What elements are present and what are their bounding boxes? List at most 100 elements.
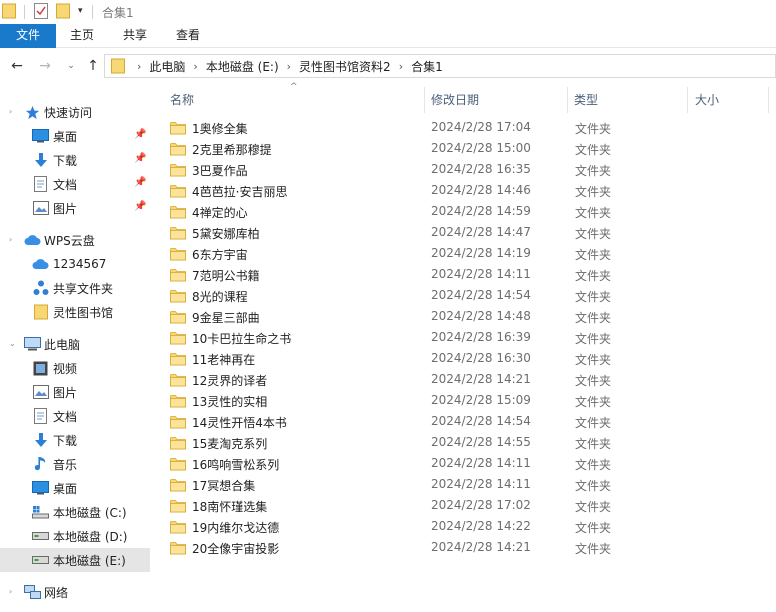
- pin-icon[interactable]: 📌: [134, 201, 146, 212]
- sidebar-item-pictures-pc[interactable]: 图片: [0, 380, 150, 404]
- chevron-right-icon[interactable]: ›: [283, 60, 295, 73]
- file-name[interactable]: 14灵性开悟4本书: [192, 414, 287, 431]
- table-row[interactable]: 7范明公书籍 2024/2/28 14:11 文件夹: [166, 265, 766, 286]
- file-name[interactable]: 1奥修全集: [192, 120, 248, 137]
- table-row[interactable]: 13灵性的实相 2024/2/28 15:09 文件夹: [166, 391, 766, 412]
- file-name[interactable]: 11老神再在: [192, 351, 255, 368]
- breadcrumb-this-pc[interactable]: 此电脑: [145, 58, 189, 75]
- table-row[interactable]: 10卡巴拉生命之书 2024/2/28 16:39 文件夹: [166, 328, 766, 349]
- file-name[interactable]: 16鸣响雪松系列: [192, 456, 279, 473]
- sidebar-item-shared-folder[interactable]: 共享文件夹: [0, 276, 150, 300]
- pin-icon[interactable]: 📌: [134, 177, 146, 188]
- table-row[interactable]: 4禅定的心 2024/2/28 14:59 文件夹: [166, 202, 766, 223]
- pin-icon[interactable]: 📌: [134, 129, 146, 140]
- tab-share[interactable]: 共享: [108, 24, 162, 48]
- file-name[interactable]: 4禅定的心: [192, 204, 248, 221]
- modified-date: 2024/2/28 14:21: [431, 540, 531, 554]
- file-name[interactable]: 4芭芭拉·安吉丽思: [192, 183, 287, 200]
- file-name[interactable]: 10卡巴拉生命之书: [192, 330, 291, 347]
- sidebar-item-wps[interactable]: › WPS云盘: [0, 228, 150, 252]
- sidebar-item-drive-c[interactable]: 本地磁盘 (C:): [0, 500, 150, 524]
- column-divider[interactable]: [768, 87, 769, 113]
- sidebar-item-downloads-pc[interactable]: 下载: [0, 428, 150, 452]
- column-divider[interactable]: [687, 87, 688, 113]
- forward-arrow-icon[interactable]: →: [36, 57, 54, 75]
- sidebar-item-label: 1234567: [53, 257, 107, 271]
- file-name[interactable]: 18南怀瑾选集: [192, 498, 267, 515]
- table-row[interactable]: 17冥想合集 2024/2/28 14:11 文件夹: [166, 475, 766, 496]
- file-name[interactable]: 15麦淘克系列: [192, 435, 267, 452]
- table-row[interactable]: 9金星三部曲 2024/2/28 14:48 文件夹: [166, 307, 766, 328]
- file-name[interactable]: 3巴夏作品: [192, 162, 248, 179]
- sidebar-item-pictures[interactable]: 图片 📌: [0, 196, 150, 220]
- chevron-down-icon[interactable]: ⌄: [9, 339, 16, 348]
- sidebar-item-label: 本地磁盘 (E:): [53, 553, 126, 568]
- breadcrumb-library[interactable]: 灵性图书馆资料2: [295, 58, 395, 75]
- table-row[interactable]: 14灵性开悟4本书 2024/2/28 14:54 文件夹: [166, 412, 766, 433]
- pin-icon[interactable]: 📌: [134, 153, 146, 164]
- table-row[interactable]: 18南怀瑾选集 2024/2/28 17:02 文件夹: [166, 496, 766, 517]
- file-name[interactable]: 8光的课程: [192, 288, 248, 305]
- sidebar-item-drive-e[interactable]: 本地磁盘 (E:): [0, 548, 150, 572]
- file-name[interactable]: 2克里希那穆提: [192, 141, 272, 158]
- table-row[interactable]: 1奥修全集 2024/2/28 17:04 文件夹: [166, 118, 766, 139]
- chevron-right-icon[interactable]: ›: [395, 60, 407, 73]
- sidebar-item-desktop-pc[interactable]: 桌面: [0, 476, 150, 500]
- tab-home[interactable]: 主页: [56, 24, 108, 48]
- sidebar-item-music[interactable]: 音乐: [0, 452, 150, 476]
- breadcrumb-current[interactable]: 合集1: [407, 58, 447, 75]
- table-row[interactable]: 20全像宇宙投影 2024/2/28 14:21 文件夹: [166, 538, 766, 559]
- column-header-size[interactable]: 大小: [695, 89, 719, 111]
- table-row[interactable]: 16鸣响雪松系列 2024/2/28 14:11 文件夹: [166, 454, 766, 475]
- column-header-date[interactable]: 修改日期: [431, 89, 479, 111]
- sidebar-item-spiritual-library[interactable]: 灵性图书馆: [0, 300, 150, 324]
- file-name[interactable]: 9金星三部曲: [192, 309, 260, 326]
- chevron-right-icon[interactable]: ›: [9, 235, 12, 244]
- sidebar-item-desktop[interactable]: 桌面 📌: [0, 124, 150, 148]
- file-name[interactable]: 17冥想合集: [192, 477, 255, 494]
- file-name[interactable]: 13灵性的实相: [192, 393, 267, 410]
- table-row[interactable]: 6东方宇宙 2024/2/28 14:19 文件夹: [166, 244, 766, 265]
- table-row[interactable]: 12灵界的译者 2024/2/28 14:21 文件夹: [166, 370, 766, 391]
- column-header-name[interactable]: 名称: [170, 89, 194, 111]
- sidebar-item-documents-pc[interactable]: 文档: [0, 404, 150, 428]
- chevron-right-icon[interactable]: ›: [9, 587, 12, 596]
- chevron-down-icon[interactable]: ▾: [78, 6, 83, 16]
- sidebar-item-videos[interactable]: 视频: [0, 356, 150, 380]
- sidebar-item-documents[interactable]: 文档 📌: [0, 172, 150, 196]
- up-arrow-icon[interactable]: ↑: [84, 57, 102, 75]
- properties-icon[interactable]: [34, 3, 48, 22]
- file-name[interactable]: 5黛安娜库柏: [192, 225, 260, 242]
- chevron-right-icon[interactable]: ›: [9, 107, 12, 116]
- table-row[interactable]: 19内维尔戈达德 2024/2/28 14:22 文件夹: [166, 517, 766, 538]
- sidebar-item-downloads[interactable]: 下载 📌: [0, 148, 150, 172]
- chevron-down-icon[interactable]: ⌄: [62, 57, 80, 75]
- sidebar-item-quick-access[interactable]: › 快速访问: [0, 100, 150, 124]
- table-row[interactable]: 4芭芭拉·安吉丽思 2024/2/28 14:46 文件夹: [166, 181, 766, 202]
- chevron-right-icon[interactable]: ›: [189, 60, 201, 73]
- tab-view[interactable]: 查看: [162, 24, 214, 48]
- breadcrumb-drive-e[interactable]: 本地磁盘 (E:): [202, 58, 283, 75]
- table-row[interactable]: 2克里希那穆提 2024/2/28 15:00 文件夹: [166, 139, 766, 160]
- table-row[interactable]: 3巴夏作品 2024/2/28 16:35 文件夹: [166, 160, 766, 181]
- column-divider[interactable]: [567, 87, 568, 113]
- table-row[interactable]: 5黛安娜库柏 2024/2/28 14:47 文件夹: [166, 223, 766, 244]
- tab-file[interactable]: 文件: [0, 24, 56, 48]
- file-name[interactable]: 6东方宇宙: [192, 246, 248, 263]
- back-arrow-icon[interactable]: ←: [8, 57, 26, 75]
- file-name[interactable]: 12灵界的译者: [192, 372, 267, 389]
- column-divider[interactable]: [424, 87, 425, 113]
- new-folder-icon[interactable]: [56, 3, 70, 22]
- file-name[interactable]: 20全像宇宙投影: [192, 540, 279, 557]
- file-name[interactable]: 7范明公书籍: [192, 267, 260, 284]
- column-header-type[interactable]: 类型: [574, 89, 598, 111]
- table-row[interactable]: 15麦淘克系列 2024/2/28 14:55 文件夹: [166, 433, 766, 454]
- sidebar-item-wps-account[interactable]: 1234567: [0, 252, 150, 276]
- file-name[interactable]: 19内维尔戈达德: [192, 519, 279, 536]
- sidebar-item-drive-d[interactable]: 本地磁盘 (D:): [0, 524, 150, 548]
- table-row[interactable]: 11老神再在 2024/2/28 16:30 文件夹: [166, 349, 766, 370]
- address-bar[interactable]: › 此电脑 › 本地磁盘 (E:) › 灵性图书馆资料2 › 合集1: [104, 54, 776, 78]
- sidebar-item-this-pc[interactable]: ⌄ 此电脑: [0, 332, 150, 356]
- sidebar-item-network[interactable]: › 网络: [0, 580, 150, 604]
- table-row[interactable]: 8光的课程 2024/2/28 14:54 文件夹: [166, 286, 766, 307]
